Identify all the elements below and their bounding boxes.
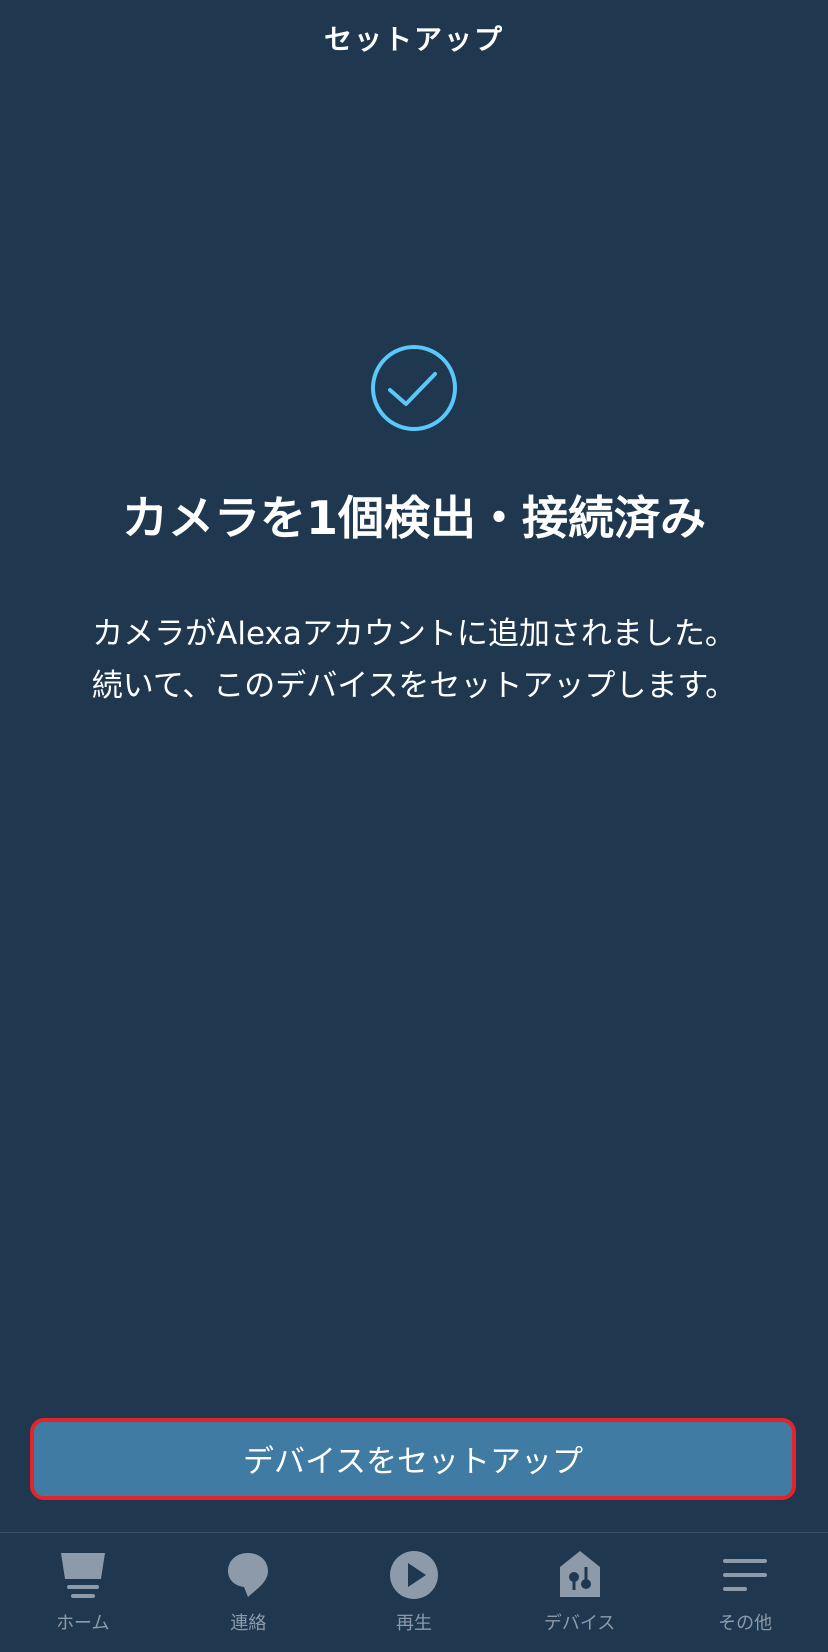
description-line-1: カメラがAlexaアカウントに追加されました。 xyxy=(92,616,736,652)
tab-more-label: その他 xyxy=(718,1613,773,1634)
check-circle-icon xyxy=(370,344,458,432)
setup-screen: セットアップ カメラを1個検出・接続済み カメラがAlexaアカウントに追加され… xyxy=(0,0,828,1652)
menu-icon xyxy=(717,1547,773,1603)
play-icon xyxy=(386,1547,442,1603)
tab-home-label: ホーム xyxy=(56,1613,110,1634)
status-title: カメラを1個検出・接続済み xyxy=(121,491,706,545)
tab-more[interactable]: その他 xyxy=(662,1533,828,1652)
tab-home[interactable]: ホーム xyxy=(0,1533,166,1652)
tab-devices-label: デバイス xyxy=(543,1613,616,1634)
setup-device-button[interactable]: デバイスをセットアップ xyxy=(30,1418,796,1500)
page-title: セットアップ xyxy=(323,23,504,56)
status-description: カメラがAlexaアカウントに追加されました。 続いて、このデバイスをセットアッ… xyxy=(0,608,828,712)
bottom-tab-bar: ホーム 連絡 再生 デバイス その他 xyxy=(0,1532,828,1652)
tab-play[interactable]: 再生 xyxy=(331,1533,497,1652)
tab-play-label: 再生 xyxy=(395,1613,432,1634)
description-line-2: 続いて、このデバイスをセットアップします。 xyxy=(91,668,737,704)
tab-communicate[interactable]: 連絡 xyxy=(166,1533,332,1652)
home-icon xyxy=(55,1547,111,1603)
tab-communicate-label: 連絡 xyxy=(230,1613,267,1634)
devices-icon xyxy=(552,1547,608,1603)
tab-devices[interactable]: デバイス xyxy=(497,1533,663,1652)
chat-bubble-icon xyxy=(220,1547,276,1603)
